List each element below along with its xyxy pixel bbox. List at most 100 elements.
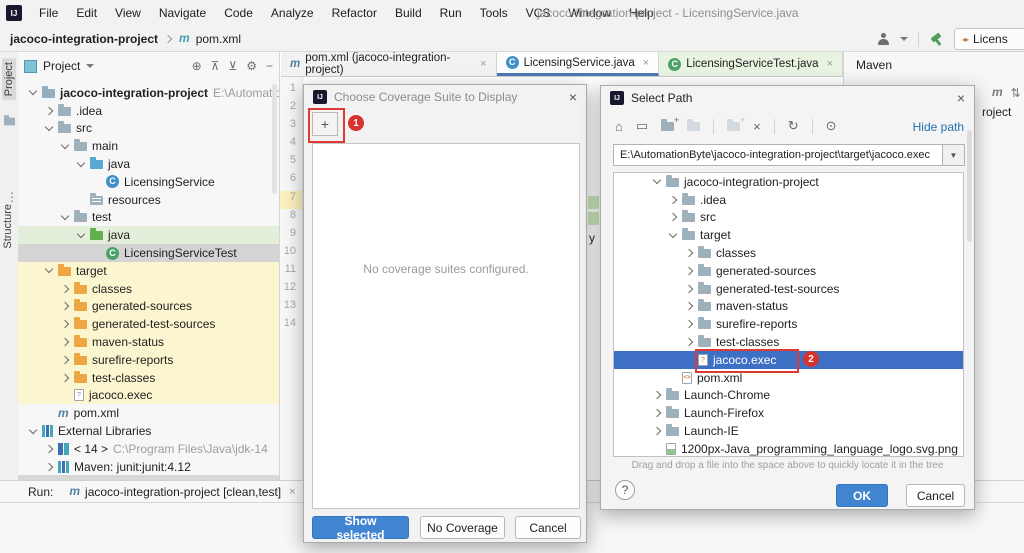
tree-row-target[interactable]: target <box>614 226 963 244</box>
help-button[interactable]: ? <box>615 480 635 500</box>
tool-stripe-structure[interactable]: Structure <box>2 204 14 249</box>
project-view-selector[interactable]: Project <box>43 59 80 73</box>
chevron-closed-icon[interactable] <box>684 266 693 276</box>
tree-row-classes[interactable]: classes <box>614 244 963 262</box>
tree-row-target[interactable]: target <box>18 261 279 280</box>
chevron-down-icon[interactable] <box>86 64 95 68</box>
close-icon[interactable]: × <box>957 90 965 106</box>
cancel-button[interactable]: Cancel <box>906 484 965 507</box>
tree-row-test[interactable]: test <box>18 209 279 227</box>
tree-row-test-classes[interactable]: test-classes <box>18 368 279 387</box>
desktop-icon[interactable]: ▭ <box>636 118 648 134</box>
maven-toggle-icon[interactable]: ⇅ <box>1011 86 1021 100</box>
chevron-open-icon[interactable] <box>668 229 677 239</box>
chevron-open-icon[interactable] <box>60 211 69 221</box>
chevron-open-icon[interactable] <box>652 176 661 185</box>
tree-row-main[interactable]: main <box>18 137 279 155</box>
expand-all-icon[interactable]: ⊻ <box>228 59 237 73</box>
chevron-open-icon[interactable] <box>76 229 85 239</box>
tree-row-src[interactable]: src <box>18 120 279 138</box>
coverage-suite-list[interactable]: No coverage suites configured. <box>312 143 580 509</box>
editor-tab-licensingservicetest-java[interactable]: C LicensingServiceTest.java × <box>659 52 843 76</box>
tree-row-idea[interactable]: .idea <box>18 102 279 120</box>
close-tab-icon[interactable]: × <box>480 58 486 70</box>
breadcrumb-file[interactable]: pom.xml <box>196 32 241 46</box>
chevron-closed-icon[interactable] <box>668 195 677 204</box>
chevron-closed-icon[interactable] <box>684 320 693 329</box>
tree-row-jacoco-integration-project[interactable]: jacoco-integration-project <box>614 173 963 191</box>
menu-file[interactable]: File <box>30 1 67 26</box>
tree-row-surefire-reports[interactable]: surefire-reports <box>18 350 279 369</box>
chevron-closed-icon[interactable] <box>652 409 661 418</box>
ok-button[interactable]: OK <box>836 484 888 507</box>
chevron-closed-icon[interactable] <box>44 462 53 471</box>
tree-row-src[interactable]: src <box>614 209 963 227</box>
path-dropdown-button[interactable]: ▼ <box>943 144 965 166</box>
chevron-closed-icon[interactable] <box>60 284 69 293</box>
close-icon[interactable]: × <box>569 89 577 105</box>
chevron-closed-icon[interactable] <box>668 213 677 222</box>
path-input[interactable]: E:\AutomationByte\jacoco-integration-pro… <box>613 144 943 166</box>
tree-row-launch-chrome[interactable]: Launch-Chrome <box>614 387 963 405</box>
chevron-down-icon[interactable] <box>900 37 908 41</box>
tree-row-jacoco-integration-project[interactable]: jacoco-integration-project E:\AutomationB… <box>18 84 279 102</box>
close-tab-icon[interactable]: × <box>827 58 833 70</box>
close-tab-icon[interactable]: × <box>289 486 295 498</box>
no-coverage-button[interactable]: No Coverage <box>420 516 505 539</box>
menu-edit[interactable]: Edit <box>67 1 106 26</box>
tree-row-1200px-java-programming-language-logo-sv[interactable]: 1200px-Java_programming_language_logo.sv… <box>614 440 963 456</box>
chevron-open-icon[interactable] <box>44 265 53 274</box>
tree-row-14[interactable]: < 14 > C:\Program Files\Java\jdk-14 <box>18 440 279 458</box>
chevron-closed-icon[interactable] <box>684 302 693 311</box>
menu-view[interactable]: View <box>106 1 150 26</box>
locate-icon[interactable]: ⊕ <box>192 59 202 73</box>
editor-tab-pom-xml-jacoco-integration-project[interactable]: m pom.xml (jacoco-integration-project) × <box>281 52 497 76</box>
chevron-closed-icon[interactable] <box>60 302 69 311</box>
chevron-closed-icon[interactable] <box>44 444 53 454</box>
chevron-closed-icon[interactable] <box>652 391 661 400</box>
run-configuration-select[interactable]: ◂▸ Licens <box>954 28 1024 50</box>
tree-row-licensingservice[interactable]: C LicensingService <box>18 173 279 191</box>
tree-row-maven-status[interactable]: maven-status <box>614 298 963 316</box>
collapse-all-icon[interactable]: ⊼ <box>211 59 220 73</box>
tree-row-pom-xml[interactable]: m pom.xml <box>18 404 279 422</box>
editor-tab-licensingservice-java[interactable]: C LicensingService.java × <box>496 52 660 76</box>
run-tab[interactable]: m jacoco-integration-project [clean,test… <box>69 485 295 499</box>
build-hammer-icon[interactable] <box>929 32 944 47</box>
dialog-title-bar[interactable]: IJ Choose Coverage Suite to Display × <box>304 85 586 109</box>
tree-row-idea[interactable]: .idea <box>614 191 963 209</box>
chevron-closed-icon[interactable] <box>60 320 69 329</box>
refresh-icon[interactable]: ↻ <box>788 118 799 134</box>
home-icon[interactable]: ⌂ <box>615 119 623 134</box>
chevron-open-icon[interactable] <box>60 140 69 150</box>
dialog-title-bar[interactable]: IJ Select Path × <box>601 86 974 110</box>
tree-scrollbar[interactable] <box>967 130 972 242</box>
tree-row-licensingservicetest[interactable]: C LicensingServiceTest <box>18 244 279 262</box>
tree-row-generated-test-sources[interactable]: generated-test-sources <box>614 280 963 298</box>
chevron-open-icon[interactable] <box>76 158 85 167</box>
chevron-closed-icon[interactable] <box>684 284 693 293</box>
chevron-open-icon[interactable] <box>44 122 53 132</box>
menu-tools[interactable]: Tools <box>471 1 517 26</box>
menu-code[interactable]: Code <box>215 1 262 26</box>
tree-row-launch-ie[interactable]: Launch-IE <box>614 422 963 440</box>
maven-goal-icon[interactable]: m <box>992 86 1003 100</box>
chevron-open-icon[interactable] <box>28 87 37 96</box>
tree-row-maven-junit-junit-4-12[interactable]: Maven: junit:junit:4.12 <box>18 458 279 476</box>
show-selected-button[interactable]: Show selected <box>312 514 409 542</box>
menu-analyze[interactable]: Analyze <box>262 1 323 26</box>
menu-run[interactable]: Run <box>431 1 471 26</box>
menu-refactor[interactable]: Refactor <box>323 1 386 26</box>
breadcrumb-project[interactable]: jacoco-integration-project <box>10 32 158 46</box>
tree-row-java[interactable]: java <box>18 226 279 245</box>
tree-row-external-libraries[interactable]: External Libraries <box>18 422 279 440</box>
tree-row-generated-sources[interactable]: generated-sources <box>18 297 279 316</box>
hide-path-link[interactable]: Hide path <box>913 120 964 134</box>
tree-row-launch-firefox[interactable]: Launch-Firefox <box>614 404 963 422</box>
chevron-closed-icon[interactable] <box>684 337 693 347</box>
menu-build[interactable]: Build <box>386 1 431 26</box>
hide-panel-icon[interactable]: − <box>266 59 273 73</box>
chevron-open-icon[interactable] <box>28 425 37 434</box>
tree-row-generated-test-sources[interactable]: generated-test-sources <box>18 315 279 334</box>
chevron-closed-icon[interactable] <box>684 248 693 258</box>
